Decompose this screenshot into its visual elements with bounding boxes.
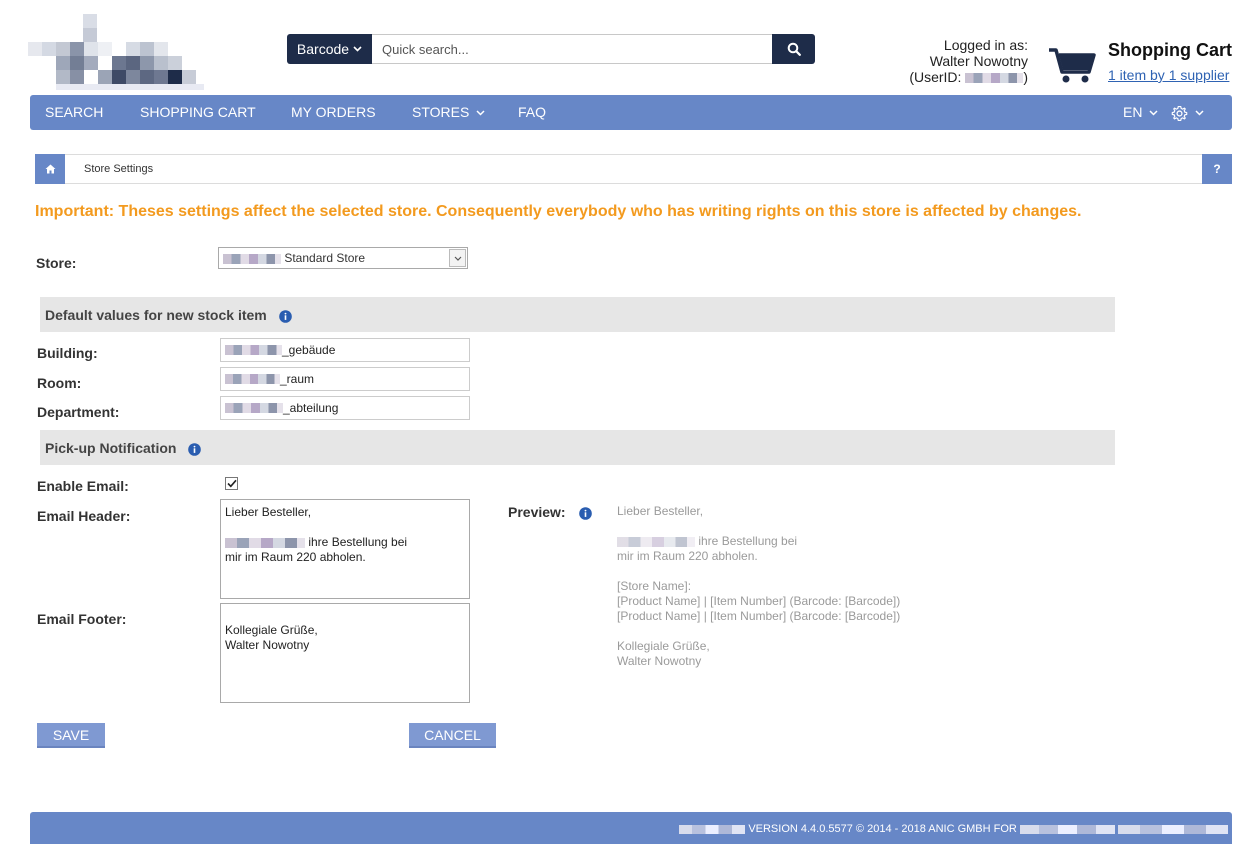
checkmark-icon bbox=[226, 479, 237, 488]
help-button[interactable]: ? bbox=[1202, 154, 1232, 184]
breadcrumb-current: Store Settings bbox=[84, 163, 154, 175]
redacted-store-prefix bbox=[223, 253, 281, 264]
room-label: Room: bbox=[37, 375, 82, 391]
cart-summary-link[interactable]: 1 item by 1 supplier bbox=[1108, 67, 1229, 83]
language-label: EN bbox=[1123, 104, 1143, 120]
breadcrumb: Store Settings ? bbox=[35, 154, 1232, 184]
barcode-dropdown-button[interactable]: Barcode bbox=[287, 34, 372, 64]
email-footer-label: Email Footer: bbox=[37, 611, 127, 627]
home-icon bbox=[45, 164, 55, 174]
shopping-cart-icon[interactable] bbox=[1048, 46, 1096, 84]
email-header-line1: Lieber Besteller, bbox=[225, 505, 312, 519]
home-button[interactable] bbox=[35, 154, 65, 184]
logged-in-label: Logged in as: bbox=[943, 37, 1028, 53]
email-header-line2-row: ihre Bestellung bei bbox=[225, 535, 465, 550]
email-footer-text: Kollegiale Grüße, Walter Nowotny bbox=[225, 623, 318, 652]
redacted-user-id bbox=[965, 73, 1024, 84]
redacted-company bbox=[679, 824, 746, 834]
nav-search[interactable]: SEARCH bbox=[45, 95, 103, 130]
main-navbar: SEARCH SHOPPING CART MY ORDERS STORES FA… bbox=[30, 95, 1232, 130]
company-logo bbox=[28, 14, 204, 90]
preview-line2: ihre Bestellung bei bbox=[698, 534, 798, 548]
preview-line1: Lieber Besteller, bbox=[617, 504, 704, 518]
page-footer: VERSION 4.4.0.5577 © 2014 - 2018 ANIC GM… bbox=[30, 812, 1232, 844]
preview-rest: mir im Raum 220 abholen. [Store Name]: [… bbox=[617, 549, 901, 668]
quick-search-group: Barcode bbox=[287, 34, 815, 64]
redacted-department-prefix bbox=[225, 403, 283, 413]
user-id: (UserID: ) bbox=[909, 69, 1028, 85]
department-input[interactable]: _abteilung bbox=[220, 396, 470, 420]
store-selected-value: Standard Store bbox=[284, 251, 366, 265]
preview-line2-row: ihre Bestellung bei bbox=[617, 534, 900, 549]
info-icon[interactable] bbox=[579, 506, 593, 520]
redacted-customer-2 bbox=[1118, 824, 1228, 834]
chevron-down-icon bbox=[1149, 110, 1158, 116]
chevron-down-icon bbox=[1195, 110, 1204, 116]
search-button[interactable] bbox=[772, 34, 815, 64]
important-notice: Important: Theses settings affect the se… bbox=[35, 203, 1082, 220]
store-select[interactable]: Standard Store bbox=[218, 247, 468, 269]
redacted-customer bbox=[1019, 824, 1115, 834]
user-name: Walter Nowotny bbox=[929, 53, 1028, 69]
quick-search-input[interactable] bbox=[372, 34, 772, 64]
gear-icon bbox=[1171, 105, 1188, 121]
building-label: Building: bbox=[37, 345, 98, 361]
chevron-down-icon bbox=[353, 46, 362, 52]
nav-my-orders[interactable]: MY ORDERS bbox=[291, 95, 376, 130]
redacted-name bbox=[617, 536, 695, 547]
preview-label: Preview: bbox=[508, 504, 566, 520]
search-icon bbox=[787, 42, 801, 56]
enable-email-label: Enable Email: bbox=[37, 478, 129, 494]
enable-email-checkbox[interactable] bbox=[225, 477, 238, 490]
building-value: _gebäude bbox=[282, 343, 336, 357]
room-value: _raum bbox=[280, 372, 315, 386]
nav-stores-label: STORES bbox=[412, 104, 470, 120]
pickup-notification-section-header: Pick-up Notification bbox=[40, 430, 1115, 465]
redacted-building-prefix bbox=[225, 345, 282, 355]
nav-faq[interactable]: FAQ bbox=[518, 95, 546, 130]
settings-dropdown[interactable] bbox=[1171, 95, 1204, 130]
cancel-button[interactable]: CANCEL bbox=[409, 723, 496, 748]
barcode-label: Barcode bbox=[296, 41, 350, 57]
redacted-name bbox=[225, 537, 305, 548]
info-icon[interactable] bbox=[188, 442, 202, 456]
email-header-label: Email Header: bbox=[37, 508, 131, 524]
info-icon[interactable] bbox=[278, 309, 292, 323]
email-preview: Lieber Besteller, ihre Bestellung bei mir… bbox=[617, 504, 900, 669]
nav-stores[interactable]: STORES bbox=[412, 95, 485, 130]
pickup-notification-title: Pick-up Notification bbox=[45, 440, 177, 456]
email-footer-textarea[interactable]: Kollegiale Grüße, Walter Nowotny bbox=[220, 603, 470, 703]
language-dropdown[interactable]: EN bbox=[1123, 95, 1158, 130]
room-input[interactable]: _raum bbox=[220, 367, 470, 391]
department-value: _abteilung bbox=[283, 401, 339, 415]
store-label: Store: bbox=[36, 255, 77, 271]
login-info: Logged in as: Walter Nowotny (UserID: ) bbox=[909, 37, 1028, 85]
building-input[interactable]: _gebäude bbox=[220, 338, 470, 362]
default-values-title: Default values for new stock item bbox=[45, 307, 267, 323]
department-label: Department: bbox=[37, 404, 120, 420]
nav-shopping-cart[interactable]: SHOPPING CART bbox=[140, 95, 256, 130]
footer-version: VERSION 4.4.0.5577 © 2014 - 2018 ANIC GM… bbox=[748, 823, 1017, 835]
email-header-line3: mir im Raum 220 abholen. bbox=[225, 550, 366, 564]
save-button[interactable]: SAVE bbox=[37, 723, 105, 748]
redacted-room-prefix bbox=[225, 374, 280, 384]
chevron-down-icon bbox=[476, 110, 485, 116]
default-values-section-header: Default values for new stock item bbox=[40, 297, 1115, 332]
cart-title: Shopping Cart bbox=[1108, 40, 1232, 60]
preview-label-wrap: Preview: bbox=[508, 504, 593, 520]
email-header-line2: ihre Bestellung bei bbox=[308, 535, 408, 549]
select-arrow-icon bbox=[449, 249, 466, 267]
email-header-textarea[interactable]: Lieber Besteller, ihre Bestellung bei mir… bbox=[220, 499, 470, 599]
